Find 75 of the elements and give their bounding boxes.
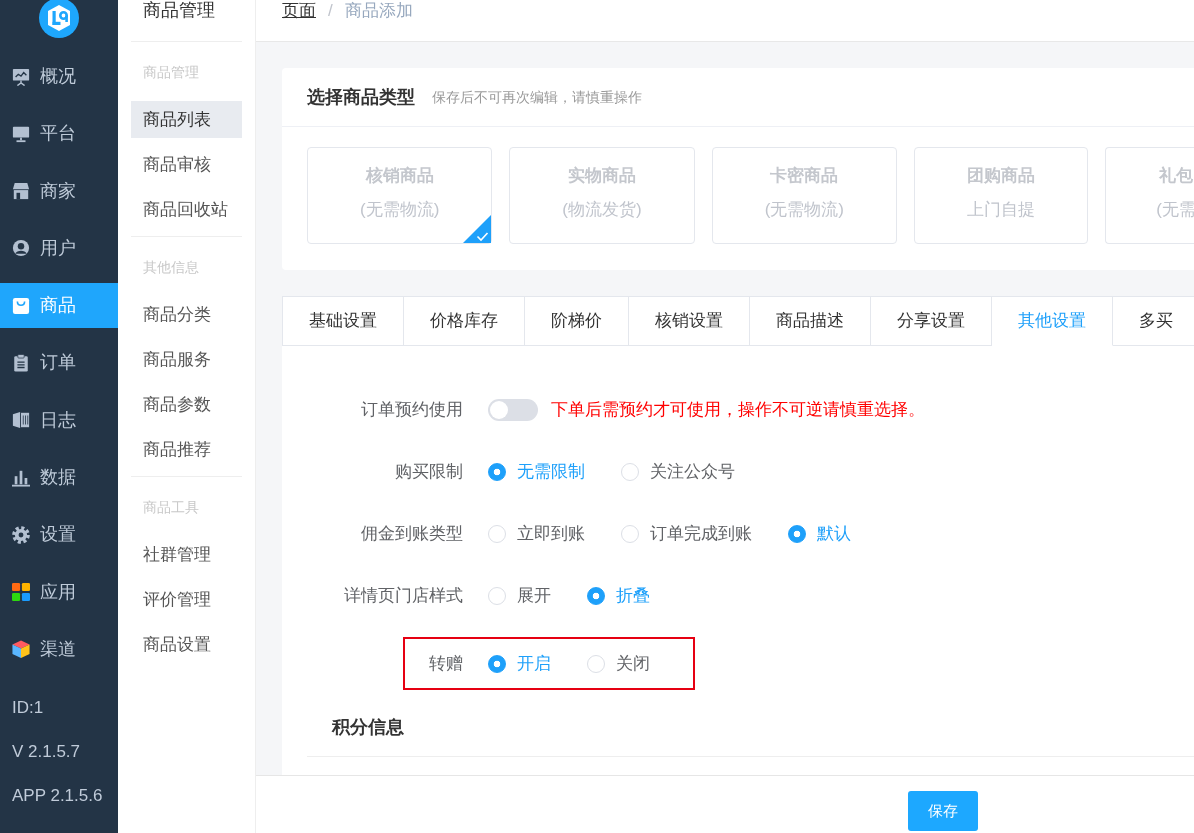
submenu-item[interactable]: 商品推荐 bbox=[131, 431, 242, 468]
sidebar-item[interactable]: 概况 bbox=[0, 54, 118, 99]
breadcrumb-link[interactable]: 页面 bbox=[282, 0, 316, 22]
product-type-name: 礼包 bbox=[1159, 165, 1193, 187]
sidebar-item[interactable]: 渠道 bbox=[0, 626, 118, 672]
product-type-name: 实物商品 bbox=[568, 165, 636, 187]
section-title: 积分信息 bbox=[307, 712, 1194, 757]
field-label: 转赠 bbox=[428, 652, 463, 675]
breadcrumb-separator: / bbox=[328, 0, 333, 22]
card-hint: 保存后不可再次编辑，请慎重操作 bbox=[432, 87, 642, 107]
sidebar-item[interactable]: 商家 bbox=[0, 168, 118, 214]
sidebar-item[interactable]: 订单 bbox=[0, 340, 118, 386]
submenu-item[interactable]: 评价管理 bbox=[131, 581, 242, 618]
product-type-note: 上门自提 bbox=[967, 199, 1035, 221]
toggle-switch[interactable] bbox=[488, 399, 538, 421]
tab[interactable]: 核销设置 bbox=[629, 296, 750, 346]
version-text: APP 2.1.5.6 bbox=[11, 785, 104, 808]
sidebar-item[interactable]: 日志 bbox=[0, 397, 118, 443]
product-type-name: 核销商品 bbox=[365, 165, 434, 187]
submenu-item[interactable]: 商品设置 bbox=[131, 626, 242, 663]
shopping-bag-icon bbox=[12, 296, 30, 315]
radio-button[interactable] bbox=[587, 587, 605, 605]
tab[interactable]: 基础设置 bbox=[282, 296, 404, 346]
version-text: V 2.1.5.7 bbox=[11, 741, 82, 764]
submenu-item[interactable]: 社群管理 bbox=[131, 536, 242, 573]
submenu-title: 商品管理 bbox=[131, 0, 242, 42]
sidebar-item[interactable]: 平台 bbox=[0, 111, 118, 157]
radio-label[interactable]: 关闭 bbox=[616, 650, 650, 677]
submenu-item[interactable]: 商品参数 bbox=[131, 386, 242, 423]
radio-label[interactable]: 立即到账 bbox=[517, 521, 585, 547]
product-type-note: (无需物流) bbox=[360, 199, 440, 221]
settings-icon bbox=[12, 525, 30, 544]
tab[interactable]: 多买 bbox=[1113, 296, 1194, 346]
radio-label[interactable]: 展开 bbox=[517, 583, 551, 609]
field-label: 购买限制 bbox=[394, 461, 463, 484]
tab[interactable]: 分享设置 bbox=[871, 296, 992, 346]
tab[interactable]: 阶梯价 bbox=[525, 296, 629, 346]
product-type-name: 团购商品 bbox=[967, 165, 1035, 187]
field-label: 订单预约使用 bbox=[360, 399, 463, 422]
book-icon bbox=[12, 411, 30, 430]
tab[interactable]: 价格库存 bbox=[404, 296, 525, 346]
submenu-item[interactable]: 商品分类 bbox=[131, 296, 242, 333]
monitor-icon bbox=[12, 124, 30, 143]
clipboard-icon bbox=[12, 354, 30, 372]
store-icon bbox=[12, 182, 30, 201]
bar-chart-icon bbox=[12, 468, 30, 487]
submenu-item[interactable]: 商品回收站 bbox=[131, 191, 242, 228]
warning-text: 下单后需预约才可使用，操作不可逆请慎重选择。 bbox=[551, 399, 925, 422]
radio-button[interactable] bbox=[488, 463, 506, 481]
radio-label[interactable]: 订单完成到账 bbox=[650, 521, 752, 547]
tab[interactable]: 商品描述 bbox=[750, 296, 871, 346]
logo-icon bbox=[39, 0, 79, 38]
field-label: 佣金到账类型 bbox=[360, 523, 463, 546]
app-grid-icon bbox=[12, 583, 30, 602]
breadcrumb-current: 商品添加 bbox=[344, 0, 413, 22]
sidebar-item[interactable]: 用户 bbox=[0, 225, 118, 271]
field-label: 详情页门店样式 bbox=[343, 585, 463, 608]
presentation-chart-icon bbox=[12, 67, 30, 86]
radio-button[interactable] bbox=[788, 525, 806, 543]
product-type-name: 卡密商品 bbox=[770, 165, 839, 187]
submenu-item[interactable]: 商品列表 bbox=[131, 101, 242, 138]
sidebar-item[interactable]: 数据 bbox=[0, 455, 118, 501]
product-type-note: (无需物流) bbox=[764, 199, 844, 221]
radio-button[interactable] bbox=[488, 654, 506, 673]
user-icon bbox=[12, 239, 30, 258]
sidebar-item[interactable]: 设置 bbox=[0, 512, 118, 558]
submenu-item[interactable]: 商品服务 bbox=[131, 341, 242, 378]
cube-icon bbox=[12, 640, 30, 659]
submenu-item[interactable]: 商品审核 bbox=[131, 146, 242, 183]
product-type-note: (物流发货) bbox=[562, 199, 642, 221]
radio-label[interactable]: 关注公众号 bbox=[650, 459, 735, 485]
sidebar-item[interactable]: 应用 bbox=[0, 569, 118, 615]
version-text: ID:1 bbox=[11, 697, 45, 720]
card-title: 选择商品类型 bbox=[307, 85, 415, 109]
selected-check-icon bbox=[463, 215, 492, 243]
